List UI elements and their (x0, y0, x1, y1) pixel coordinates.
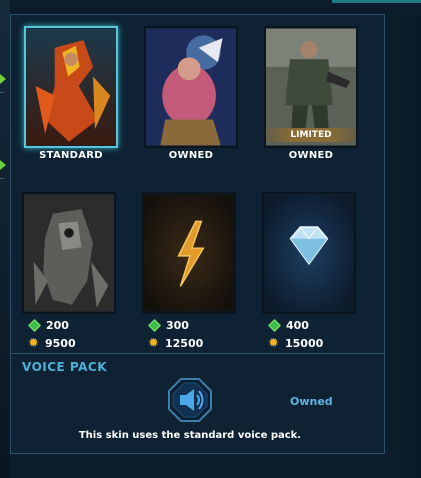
skin-card-standard[interactable] (24, 26, 118, 148)
speaker-icon[interactable] (167, 377, 213, 423)
favor-value: 9500 (45, 337, 76, 350)
section-divider (11, 353, 385, 354)
favor-price: ✹ 15000 (267, 337, 323, 350)
skin-caption: OWNED (288, 150, 334, 161)
skin-caption: STANDARD (39, 150, 103, 161)
skin-card-5[interactable] (142, 192, 236, 314)
favor-price: ✹ 9500 (27, 337, 76, 350)
favor-icon: ✹ (148, 336, 159, 351)
gem-value: 400 (286, 319, 309, 332)
gem-price: 400 (268, 319, 309, 332)
left-edge (0, 0, 10, 478)
skin-card-6[interactable] (262, 192, 356, 314)
left-divider (0, 92, 4, 93)
gem-icon (28, 319, 41, 332)
gem-icon (148, 319, 161, 332)
lightning-icon (144, 194, 234, 312)
favor-icon: ✹ (28, 336, 39, 351)
skin-card-3[interactable]: LIMITED (264, 26, 358, 148)
voice-pack-description: This skin uses the standard voice pack. (78, 430, 302, 441)
skin-art (24, 194, 114, 312)
favor-value: 12500 (165, 337, 204, 350)
favor-value: 15000 (285, 337, 324, 350)
skin-card-4[interactable] (22, 192, 116, 314)
favor-price: ✹ 12500 (147, 337, 203, 350)
gem-icon (268, 319, 281, 332)
gem-value: 300 (166, 319, 189, 332)
top-accent-strip (332, 0, 421, 3)
favor-icon: ✹ (268, 336, 279, 351)
right-edge (386, 14, 421, 478)
gem-value: 200 (46, 319, 69, 332)
left-divider (0, 178, 4, 179)
diamond-icon (264, 194, 354, 312)
skin-card-2[interactable] (144, 26, 238, 148)
skin-caption: OWNED (168, 150, 214, 161)
voice-pack-status: Owned (290, 395, 333, 408)
limited-banner: LIMITED (266, 128, 356, 142)
gem-price: 200 (28, 319, 69, 332)
left-arrow-icon[interactable] (0, 74, 6, 84)
voice-pack-title: VOICE PACK (22, 360, 108, 374)
gem-price: 300 (148, 319, 189, 332)
skin-art (26, 28, 116, 146)
skin-art (146, 28, 236, 146)
left-arrow-icon[interactable] (0, 160, 6, 170)
